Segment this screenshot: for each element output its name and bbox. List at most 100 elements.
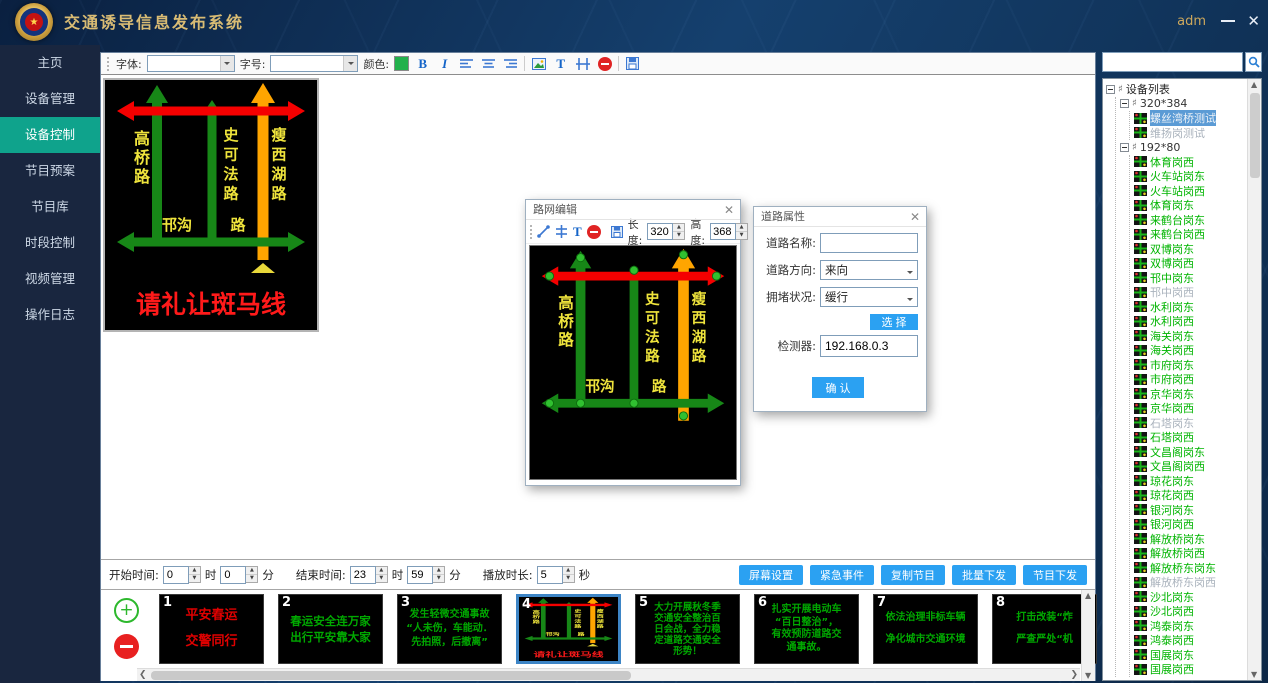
- action-button[interactable]: 紧急事件: [810, 565, 874, 585]
- tree-expander[interactable]: [1106, 85, 1115, 94]
- end-minute-stepper[interactable]: ▲▼: [407, 566, 445, 583]
- device-tree-item[interactable]: 国展岗西: [1134, 662, 1246, 677]
- device-tree-item[interactable]: 鸿泰岗东: [1134, 619, 1246, 634]
- road-editor-canvas[interactable]: 高桥路史可法路瘦西湖路邗沟路: [529, 245, 737, 480]
- device-tree-item[interactable]: 银河岗西: [1134, 517, 1246, 532]
- device-tree-item[interactable]: 解放桥东岗西: [1134, 575, 1246, 590]
- tree-scrollbar[interactable]: ▲ ▼: [1247, 79, 1261, 680]
- device-tree-item[interactable]: 京华岗东: [1134, 387, 1246, 402]
- action-button[interactable]: 节目下发: [1023, 565, 1087, 585]
- device-tree-item[interactable]: 双博岗西: [1134, 256, 1246, 271]
- save-icon[interactable]: [624, 55, 641, 72]
- congestion-select[interactable]: 缓行: [820, 287, 918, 307]
- height-stepper[interactable]: ▲▼: [710, 223, 748, 240]
- device-tree-item[interactable]: 海关岗东: [1134, 329, 1246, 344]
- save-icon[interactable]: [611, 223, 623, 240]
- scroll-down-icon[interactable]: ▼: [1085, 671, 1091, 680]
- tree-expander[interactable]: [1120, 99, 1129, 108]
- search-button[interactable]: [1245, 52, 1262, 72]
- device-tree-item[interactable]: 京华岗西: [1134, 401, 1246, 416]
- dialog-close-icon[interactable]: ✕: [910, 207, 920, 227]
- device-tree-item[interactable]: 琼花岗东: [1134, 474, 1246, 489]
- device-tree-item[interactable]: 螺丝湾桥测试: [1134, 111, 1246, 126]
- playlist-thumb[interactable]: 1平安春运交警同行: [159, 594, 264, 664]
- horizontal-scrollbar[interactable]: ❮ ❯: [137, 668, 1080, 681]
- device-tree-item[interactable]: 体育岗西: [1134, 155, 1246, 170]
- scroll-left-icon[interactable]: ❮: [139, 670, 147, 680]
- sidebar-item[interactable]: 主页: [0, 45, 100, 81]
- sign-preview[interactable]: 高桥路史可法路瘦西湖路邗沟路请礼让斑马线: [103, 78, 319, 332]
- sidebar-item[interactable]: 操作日志: [0, 297, 100, 333]
- device-tree-item[interactable]: 火车站岗西: [1134, 184, 1246, 199]
- dialog-close-icon[interactable]: ✕: [724, 200, 734, 220]
- text-tool-icon[interactable]: T: [573, 223, 582, 240]
- playlist-thumb[interactable]: 6扎实开展电动车“百日整治”，有效预防道路交通事故。: [754, 594, 859, 664]
- detector-field[interactable]: [820, 335, 918, 357]
- device-tree-item[interactable]: 文昌阁岗东: [1134, 445, 1246, 460]
- align-right-icon[interactable]: [502, 55, 519, 72]
- device-tree-item[interactable]: 鸿泰岗西: [1134, 633, 1246, 648]
- sidebar-item[interactable]: 设备控制: [0, 117, 100, 153]
- scroll-up-icon[interactable]: ▲: [1251, 80, 1257, 89]
- device-tree-item[interactable]: 琼花岗西: [1134, 488, 1246, 503]
- add-frame-button[interactable]: +: [114, 598, 139, 623]
- device-tree-item[interactable]: 水利岗东: [1134, 300, 1246, 315]
- draw-line-icon[interactable]: [537, 223, 550, 240]
- action-button[interactable]: 屏幕设置: [739, 565, 803, 585]
- device-tree-item[interactable]: 解放桥东岗东: [1134, 561, 1246, 576]
- confirm-button[interactable]: 确 认: [812, 377, 864, 398]
- minimize-icon[interactable]: [1221, 20, 1235, 22]
- scrollbar-thumb[interactable]: [151, 671, 631, 680]
- road-direction-select[interactable]: 来向: [820, 260, 918, 280]
- length-stepper[interactable]: ▲▼: [647, 223, 685, 240]
- device-tree-item[interactable]: 来鹤台岗东: [1134, 213, 1246, 228]
- device-tree-item[interactable]: 水利岗西: [1134, 314, 1246, 329]
- font-size-select[interactable]: [270, 55, 358, 72]
- device-search-input[interactable]: [1102, 52, 1243, 72]
- device-tree-item[interactable]: 维扬岗测试: [1134, 126, 1246, 141]
- bold-icon[interactable]: B: [414, 55, 431, 72]
- device-tree-item[interactable]: 国展岗东: [1134, 648, 1246, 663]
- sidebar-item[interactable]: 时段控制: [0, 225, 100, 261]
- device-tree-item[interactable]: 火车站岗东: [1134, 169, 1246, 184]
- device-tree-item[interactable]: 邗中岗东: [1134, 271, 1246, 286]
- playlist-thumb[interactable]: 3发生轻微交通事故“人未伤，车能动．先拍照，后撤离”: [397, 594, 502, 664]
- device-tree-item[interactable]: 沙北岗东: [1134, 590, 1246, 605]
- device-tree-item[interactable]: 双博岗东: [1134, 242, 1246, 257]
- align-left-icon[interactable]: [458, 55, 475, 72]
- road-name-field[interactable]: [820, 233, 918, 253]
- playlist-thumb[interactable]: 7依法治理非标车辆净化城市交通环境: [873, 594, 978, 664]
- edit-canvas[interactable]: 高桥路史可法路瘦西湖路邗沟路请礼让斑马线 路网编辑 ✕ T: [101, 75, 1095, 559]
- device-tree-item[interactable]: 沙北岗西: [1134, 604, 1246, 619]
- road-cross-icon[interactable]: [555, 223, 568, 240]
- road-network-icon[interactable]: [574, 55, 591, 72]
- close-icon[interactable]: ✕: [1247, 12, 1260, 30]
- playlist-thumb[interactable]: 2春运安全连万家出行平安靠大家: [278, 594, 383, 664]
- device-tree-item[interactable]: 体育岗东: [1134, 198, 1246, 213]
- tree-group-label[interactable]: 320*384: [1140, 97, 1188, 110]
- device-tree-item[interactable]: 石塔岗西: [1134, 430, 1246, 445]
- remove-frame-button[interactable]: [114, 634, 139, 659]
- scroll-right-icon[interactable]: ❯: [1070, 670, 1078, 680]
- scrollbar-thumb[interactable]: [1250, 93, 1260, 178]
- tree-group-label[interactable]: 192*80: [1140, 141, 1181, 154]
- device-tree-item[interactable]: 市府岗西: [1134, 372, 1246, 387]
- color-swatch[interactable]: [394, 56, 409, 71]
- device-tree-item[interactable]: 石塔岗东: [1134, 416, 1246, 431]
- device-label[interactable]: 维扬岗测试: [1150, 125, 1205, 141]
- device-tree-item[interactable]: 解放桥岗西: [1134, 546, 1246, 561]
- start-minute-stepper[interactable]: ▲▼: [220, 566, 258, 583]
- device-label[interactable]: 国展岗西: [1150, 661, 1194, 677]
- device-tree-item[interactable]: 邗中岗西: [1134, 285, 1246, 300]
- playlist-thumb[interactable]: 4高桥路史可法路瘦西湖路邗沟路请礼让斑马线: [516, 594, 621, 664]
- align-center-icon[interactable]: [480, 55, 497, 72]
- device-tree-item[interactable]: 解放桥岗东: [1134, 532, 1246, 547]
- sidebar-item[interactable]: 视频管理: [0, 261, 100, 297]
- text-tool-icon[interactable]: T: [552, 55, 569, 72]
- device-tree-item[interactable]: 市府岗东: [1134, 358, 1246, 373]
- device-tree-item[interactable]: 银河岗东: [1134, 503, 1246, 518]
- playlist-thumb[interactable]: 5大力开展秋冬季交通安全整治百日会战，全力稳定道路交通安全形势！: [635, 594, 740, 664]
- image-icon[interactable]: [530, 55, 547, 72]
- duration-stepper[interactable]: ▲▼: [537, 566, 575, 583]
- device-tree-item[interactable]: 来鹤台岗西: [1134, 227, 1246, 242]
